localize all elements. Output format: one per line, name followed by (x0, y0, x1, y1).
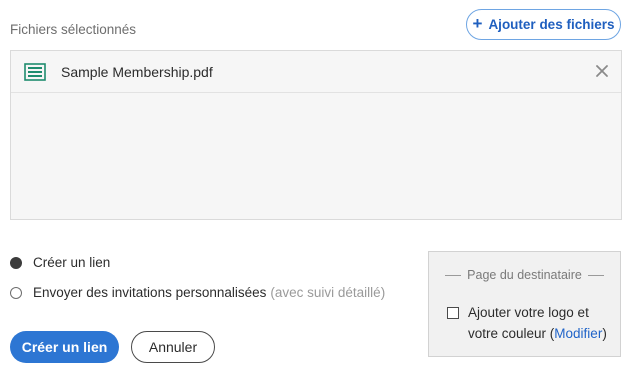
option-create-link-label: Créer un lien (33, 255, 111, 270)
close-icon[interactable] (595, 64, 609, 78)
share-dialog: Fichiers sélectionnés + Ajouter des fich… (0, 0, 627, 367)
option-send-invitations-note: (avec suivi détaillé) (270, 285, 386, 300)
radio-send-invitations[interactable] (10, 286, 22, 299)
add-logo-label: Ajouter votre logo et votre couleur (Mod… (468, 305, 607, 341)
document-icon (24, 63, 46, 81)
add-files-button[interactable]: + Ajouter des fichiers (466, 9, 621, 40)
recipient-page-title: Page du destinataire (429, 268, 620, 282)
option-create-link[interactable]: Créer un lien (10, 255, 110, 270)
file-list-item: Sample Membership.pdf (11, 51, 621, 93)
option-send-invitations[interactable]: Envoyer des invitations personnalisées (a… (10, 285, 385, 300)
add-files-label: Ajouter des fichiers (488, 17, 615, 32)
selected-files-label: Fichiers sélectionnés (10, 22, 137, 37)
modify-link[interactable]: Modifier (554, 326, 602, 341)
selected-files-panel: Sample Membership.pdf (10, 50, 622, 220)
title-divider-right (587, 274, 604, 276)
add-logo-checkbox[interactable] (447, 307, 459, 319)
option-send-invitations-label: Envoyer des invitations personnalisées (33, 285, 267, 300)
file-name: Sample Membership.pdf (61, 64, 213, 80)
create-link-button[interactable]: Créer un lien (10, 331, 119, 363)
recipient-page-title-text: Page du destinataire (467, 268, 582, 282)
title-divider-left (445, 274, 462, 276)
radio-create-link[interactable] (10, 256, 22, 269)
cancel-button[interactable]: Annuler (131, 331, 215, 363)
recipient-page-panel: Page du destinataire Ajouter votre logo … (428, 251, 621, 357)
plus-icon: + (472, 14, 483, 33)
